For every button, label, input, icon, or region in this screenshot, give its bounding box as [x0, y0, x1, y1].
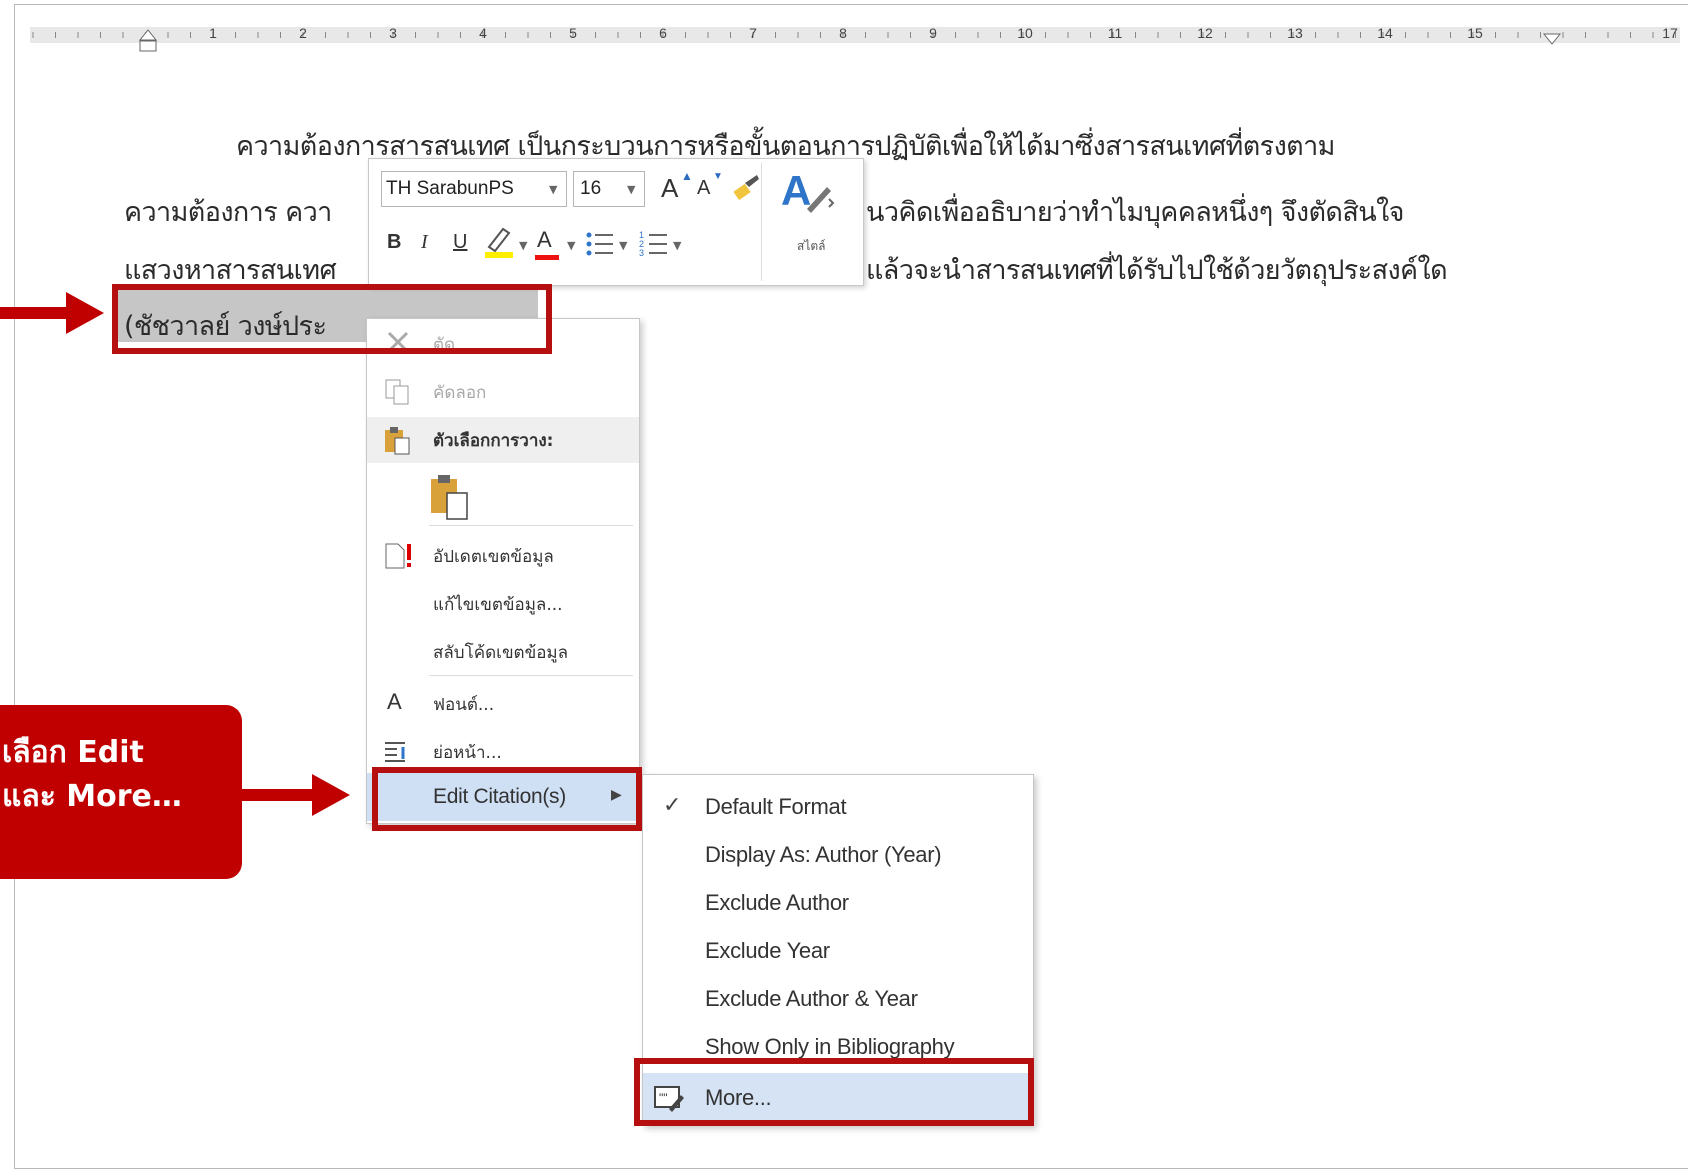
chevron-down-icon[interactable]: ▼ — [673, 239, 681, 252]
chevron-down-icon[interactable]: ▼ — [627, 183, 635, 196]
update-field-label: อัปเดตเขตข้อมูล — [433, 547, 554, 567]
chevron-down-icon[interactable]: ▼ — [549, 183, 557, 196]
menu-item-copy[interactable]: คัดลอก — [367, 369, 639, 415]
citation-annotation-box — [112, 284, 552, 354]
ruler-number: 12 — [1197, 25, 1213, 41]
svg-text:3: 3 — [639, 248, 644, 258]
edit-citations-annotation-box — [372, 767, 642, 831]
exclude-year-label: Exclude Year — [705, 938, 830, 963]
submenu-item-display-as[interactable]: Display As: Author (Year) — [643, 831, 1033, 879]
toolbar-divider — [761, 163, 762, 281]
chevron-down-icon[interactable]: ▼ — [567, 239, 575, 252]
bold-button[interactable]: B — [387, 231, 401, 254]
menu-separator — [429, 675, 633, 676]
ruler-number: 4 — [479, 25, 487, 41]
arrow-right-icon — [0, 292, 104, 334]
menu-item-font[interactable]: A ฟอนต์... — [367, 681, 639, 727]
styles-icon[interactable]: A — [777, 165, 841, 217]
check-icon: ✓ — [663, 793, 682, 818]
paragraph-icon — [385, 742, 405, 762]
paste-keep-source-button[interactable] — [367, 465, 639, 529]
ruler-number: 10 — [1017, 25, 1033, 41]
instruction-callout: เลือก Edit และ More… — [0, 705, 242, 879]
show-only-bibliography-label: Show Only in Bibliography — [705, 1034, 955, 1059]
chevron-down-icon[interactable]: ▼ — [519, 239, 527, 252]
default-format-label: Default Format — [705, 794, 847, 819]
submenu-item-exclude-author[interactable]: Exclude Author — [643, 879, 1033, 927]
submenu-item-exclude-author-year[interactable]: Exclude Author & Year — [643, 975, 1033, 1023]
font-name-box[interactable]: TH SarabunPS — [381, 171, 567, 207]
mini-toolbar: TH SarabunPS ▼ 16 ▼ A ▲ A ▼ A สไตล์ B I … — [368, 158, 864, 286]
context-menu: ตัด คัดลอก ตัวเลือกการวาง: อัปเดตเขตข้อม… — [366, 318, 640, 824]
edit-field-label: แก้ไขเขตข้อมูล... — [433, 595, 563, 615]
submenu-item-exclude-year[interactable]: Exclude Year — [643, 927, 1033, 975]
clipboard-icon — [385, 427, 410, 455]
menu-item-paste-options: ตัวเลือกการวาง: — [367, 417, 639, 463]
callout-line-1: เลือก Edit — [2, 735, 144, 770]
shrink-arrow-icon: ▼ — [713, 171, 723, 182]
styles-label[interactable]: สไตล์ — [797, 237, 826, 256]
menu-separator — [429, 525, 633, 526]
toggle-field-codes-label: สลับโค้ดเขตข้อมูล — [433, 643, 569, 663]
ruler-number: 3 — [389, 25, 397, 41]
ruler-ticks — [30, 27, 1680, 52]
ruler-number: 7 — [749, 25, 757, 41]
copy-label: คัดลอก — [433, 383, 487, 403]
font-color-swatch — [535, 255, 559, 260]
body-text-line-3-right[interactable]: แล้วจะนำสารสนเทศที่ได้รับไปใช้ด้วยวัตถุป… — [866, 248, 1448, 291]
font-label: ฟอนต์... — [433, 695, 495, 715]
grow-font-icon[interactable]: A — [661, 173, 678, 204]
font-icon: A — [387, 689, 402, 714]
paste-options-label: ตัวเลือกการวาง: — [433, 431, 554, 451]
ruler-number: 5 — [569, 25, 577, 41]
format-painter-icon[interactable] — [731, 173, 763, 203]
horizontal-ruler[interactable]: 1 2 3 4 5 6 7 8 9 10 11 12 13 14 15 17 — [30, 22, 1680, 52]
exclude-author-year-label: Exclude Author & Year — [705, 986, 918, 1011]
exclude-author-label: Exclude Author — [705, 890, 849, 915]
more-annotation-box — [634, 1058, 1034, 1126]
paragraph-label: ย่อหน้า... — [433, 743, 502, 763]
ruler-number: 6 — [659, 25, 667, 41]
ruler-number: 15 — [1467, 25, 1483, 41]
italic-button[interactable]: I — [421, 231, 428, 254]
svg-text:A: A — [781, 167, 811, 214]
highlight-icon[interactable] — [483, 225, 517, 261]
ruler-number: 9 — [929, 25, 937, 41]
shrink-font-icon[interactable]: A — [697, 177, 710, 200]
ruler-number: 1 — [209, 25, 217, 41]
ruler-number: 11 — [1107, 25, 1123, 41]
ruler-number: 8 — [839, 25, 847, 41]
display-as-label: Display As: Author (Year) — [705, 842, 942, 867]
bullets-icon[interactable] — [585, 229, 615, 259]
body-text-line-2-right[interactable]: นวคิดเพื่ออธิบายว่าทำไมบุคคลหนึ่งๆ จึงตั… — [866, 190, 1404, 233]
paste-icon — [431, 475, 468, 520]
menu-item-edit-field[interactable]: แก้ไขเขตข้อมูล... — [367, 581, 639, 627]
menu-item-toggle-field-codes[interactable]: สลับโค้ดเขตข้อมูล — [367, 629, 639, 675]
chevron-down-icon[interactable]: ▼ — [619, 239, 627, 252]
menu-item-update-field[interactable]: อัปเดตเขตข้อมูล — [367, 533, 639, 579]
ruler-number: 14 — [1377, 25, 1393, 41]
copy-icon — [385, 379, 409, 405]
font-color-button[interactable]: A — [537, 227, 552, 253]
ruler-number: 17 — [1662, 25, 1678, 41]
numbering-icon[interactable]: 1 2 3 — [639, 229, 669, 259]
body-text-line-2-left[interactable]: ความต้องการ ควา — [124, 190, 332, 233]
arrow-right-icon — [238, 774, 350, 816]
submenu-item-default-format[interactable]: ✓ Default Format — [643, 783, 1033, 831]
ruler-number: 2 — [299, 25, 307, 41]
grow-arrow-icon: ▲ — [681, 169, 693, 183]
underline-button[interactable]: U — [453, 231, 467, 254]
ruler-number: 13 — [1287, 25, 1303, 41]
update-field-icon — [385, 543, 411, 569]
callout-line-2: และ More… — [2, 779, 182, 814]
